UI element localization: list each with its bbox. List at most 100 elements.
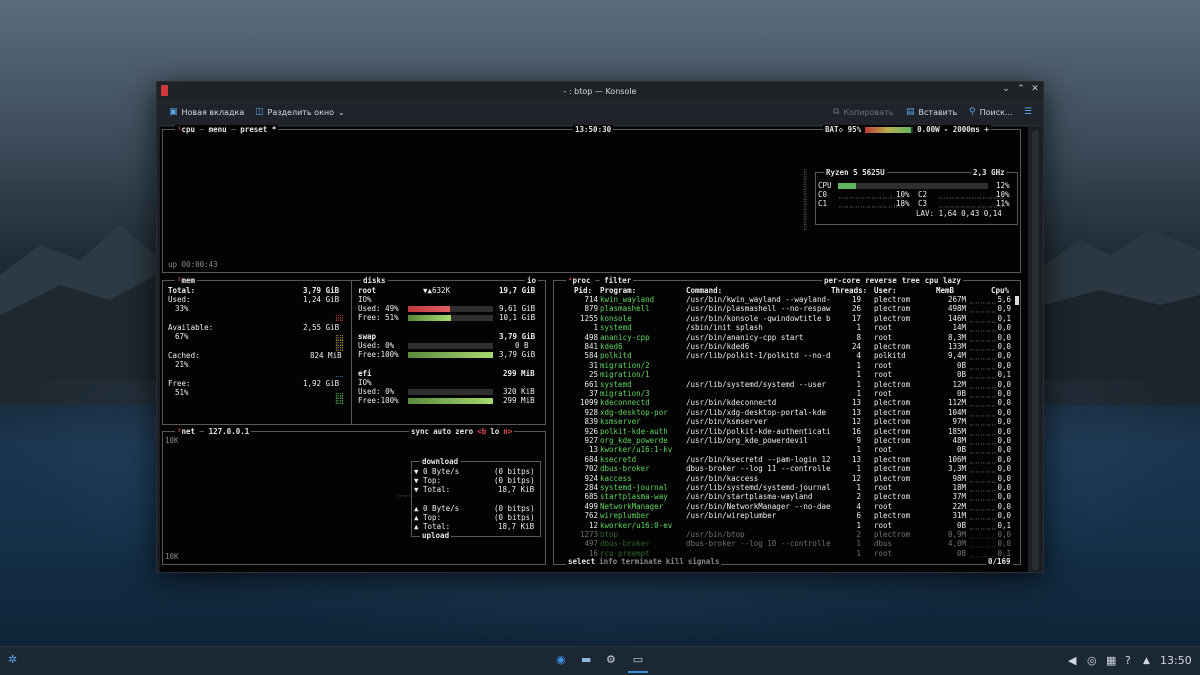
cpu-menu-cpu[interactable]: cpu <box>182 125 196 134</box>
proc-row[interactable]: 37 migration/3 1 root 0B 0,0 ⣀⣀⣀⣀⣀ <box>554 389 1017 398</box>
proc-row[interactable]: 762 wireplumber/usr/bin/wireplumber 6 plect… <box>554 511 1017 520</box>
proc-footer-info[interactable]: info <box>599 557 617 566</box>
proc-cell-program: migration/3 <box>600 389 650 398</box>
proc-opt-reverse[interactable]: reverse <box>865 276 897 285</box>
proc-panel: ⁴proc ─ filter per-core reverse tree cpu… <box>553 276 1021 566</box>
clipboard-icon[interactable]: ▦ <box>1106 654 1116 667</box>
new-tab-button[interactable]: ▣ Новая вкладка <box>169 107 244 117</box>
taskbar-clock[interactable]: 13:50 <box>1160 654 1192 667</box>
proc-cell-pid: 1 <box>593 323 598 333</box>
disks-io-toggle[interactable]: io <box>525 276 539 285</box>
proc-cell-pid: 841 <box>584 342 598 351</box>
proc-row[interactable]: 498 ananicy-cpp/usr/bin/ananicy-cpp start… <box>554 333 1017 342</box>
proc-cell-program: migration/2 <box>600 360 650 370</box>
help-icon[interactable]: ? <box>1125 654 1131 667</box>
mem-title: ²mem <box>175 276 198 285</box>
disk-efi-used-bar <box>408 389 493 395</box>
hamburger-menu-button[interactable]: ☰ <box>1024 107 1032 117</box>
col-user[interactable]: User: <box>874 286 897 295</box>
mem-total: 3,79 GiB <box>303 286 340 295</box>
close-icon[interactable]: ✕ <box>1029 84 1041 94</box>
proc-row[interactable]: 714 kwin_wayland/usr/bin/kwin_wayland --w… <box>554 295 1017 304</box>
proc-row[interactable]: 13 kworker/u16:1-kv 1 root 0B 0,0 ⣀⣀⣀⣀⣀ <box>554 445 1017 454</box>
proc-opt-per-core[interactable]: per-core <box>824 276 860 285</box>
proc-cell-user: plectrom <box>874 304 911 314</box>
proc-row[interactable]: 879 plasmashell/usr/bin/plasmashell --no-… <box>554 304 1017 313</box>
maximize-icon[interactable]: ⌃ <box>1015 84 1027 94</box>
minimize-icon[interactable]: ⌄ <box>1000 84 1012 94</box>
disk-root-io-label: IO% <box>358 295 372 304</box>
col-program[interactable]: Program: <box>600 286 636 295</box>
terminal-icon[interactable]: ▭ <box>628 653 648 673</box>
proc-title-text[interactable]: proc <box>573 276 591 285</box>
proc-row[interactable]: 661 systemd/usr/lib/systemd/systemd --use… <box>554 380 1017 389</box>
expand-tray-icon[interactable]: ▲ <box>1143 656 1150 666</box>
col-cpu[interactable]: Cpu% <box>991 286 1009 295</box>
network-icon[interactable]: ◎ <box>1087 654 1097 667</box>
proc-filter[interactable]: filter <box>604 276 631 285</box>
proc-row[interactable]: 685 startplasma-way/usr/bin/startplasma-w… <box>554 492 1017 501</box>
terminal-scrollbar[interactable] <box>1032 130 1039 570</box>
proc-opt-tree[interactable]: tree <box>902 276 920 285</box>
proc-row[interactable]: 1273 btop/usr/bin/btop 2 plectrom 8,9M 0,0 ⣀⣀⣀… <box>554 530 1017 539</box>
proc-cell-pid: 497 <box>584 539 598 549</box>
net-opt-auto[interactable]: auto <box>433 427 451 436</box>
paste-button[interactable]: ▤ Вставить <box>906 107 957 117</box>
proc-row[interactable]: 499 NetworkManager/usr/bin/NetworkManager… <box>554 502 1017 511</box>
proc-cell-program: kdeconnectd <box>600 398 650 408</box>
update-interval[interactable]: - 2000ms + <box>944 125 989 134</box>
proc-row[interactable]: 928 xdg-desktop-por/usr/lib/xdg-desktop-p… <box>554 408 1017 417</box>
col-mem[interactable]: MemB <box>936 286 954 295</box>
proc-row[interactable]: 684 ksecretd/usr/bin/ksecretd --pam-login… <box>554 455 1017 464</box>
files-icon[interactable]: ▬ <box>581 653 591 666</box>
col-threads[interactable]: Threads: <box>831 286 867 295</box>
cpu-menu-preset[interactable]: preset <box>240 125 267 134</box>
net-opt-sync[interactable]: sync <box>411 427 429 436</box>
proc-row[interactable]: 284 systemd-journal/usr/lib/systemd/syste… <box>554 483 1017 492</box>
firefox-icon[interactable]: ◉ <box>556 653 566 666</box>
proc-row[interactable]: 1099 kdeconnectd/usr/bin/kdeconnectd 13 ple… <box>554 398 1017 407</box>
proc-row[interactable]: 926 polkit-kde-auth/usr/lib/polkit-kde-au… <box>554 427 1017 436</box>
kde-launcher-icon[interactable]: ✲ <box>8 653 17 666</box>
window-titlebar[interactable]: - : btop — Konsole ⌄ ⌃ ✕ <box>157 82 1043 100</box>
proc-cell-user: plectrom <box>874 313 911 323</box>
terminal-area[interactable]: ¹cpu ─ menu ─ preset * 13:50:30 BAT◇ 95%… <box>160 125 1028 572</box>
cpu-menu-menu[interactable]: menu <box>209 125 227 134</box>
proc-footer-select[interactable]: select <box>568 557 595 566</box>
proc-opt-sort[interactable]: cpu lazy <box>925 276 961 285</box>
proc-cpu-graph: ⣀⣀⣀⣀⣀ <box>969 417 997 427</box>
proc-cell-command: /usr/bin/wireplumber <box>686 511 777 521</box>
volume-icon[interactable]: ◀ <box>1068 654 1076 667</box>
proc-row[interactable]: 839 ksmserver/usr/bin/ksmserver 12 plectrom… <box>554 417 1017 426</box>
settings-icon[interactable]: ⚙ <box>606 653 616 666</box>
proc-row[interactable]: 584 polkitd/usr/lib/polkit-1/polkitd --no… <box>554 351 1017 360</box>
disks-title[interactable]: disks <box>361 276 388 285</box>
net-title-text[interactable]: net <box>182 427 196 436</box>
net-opt-prev[interactable]: <b <box>477 427 486 436</box>
col-command[interactable]: Command: <box>686 286 722 295</box>
proc-row[interactable]: 702 dbus-broker dbus-broker --log 11 --con… <box>554 464 1017 473</box>
proc-footer-signals[interactable]: signals <box>688 557 720 566</box>
proc-footer-terminate[interactable]: terminate <box>621 557 662 566</box>
mem-title-text[interactable]: mem <box>182 276 196 285</box>
proc-row[interactable]: 1255 konsole/usr/bin/konsole -qwindowtitl… <box>554 314 1017 323</box>
proc-row[interactable]: 25 migration/1 1 root 0B 0,1 ⣀⣀⣀⣀⣀ <box>554 370 1017 379</box>
col-pid[interactable]: Pid: <box>574 286 592 295</box>
copy-button[interactable]: ⧉ Копировать <box>833 107 893 117</box>
net-opt-zero[interactable]: zero <box>455 427 473 436</box>
search-button[interactable]: ⚲ Поиск... <box>969 107 1013 117</box>
proc-row[interactable]: 924 kaccess/usr/bin/kaccess 12 plectrom 98M 0… <box>554 474 1017 483</box>
proc-row[interactable]: 12 kworker/u16:0-ev 1 root 0B 0,1 ⣀⣀⣀⣀⣀ <box>554 521 1017 530</box>
proc-row[interactable]: 31 migration/2 1 root 0B 0,0 ⣀⣀⣀⣀⣀ <box>554 361 1017 370</box>
proc-footer-kill[interactable]: kill <box>666 557 684 566</box>
split-view-button[interactable]: ◫ Разделить окно ⌄ <box>255 107 345 117</box>
proc-row[interactable]: 497 dbus-broker dbus-broker --log 10 --con… <box>554 539 1017 548</box>
proc-scroll-thumb[interactable] <box>1015 296 1019 305</box>
proc-row[interactable]: 927 org_kde_powerde/usr/lib/org_kde_power… <box>554 436 1017 445</box>
proc-cell-program: polkit-kde-auth <box>600 426 668 436</box>
net-opt-next[interactable]: n> <box>503 427 512 436</box>
proc-cpu-graph: ⣀⣀⣀⣀⣀ <box>969 464 997 474</box>
net-opt-lo[interactable]: lo <box>490 427 499 436</box>
proc-row[interactable]: 1 systemd/sbin/init splash 1 root 14M 0,0 ⣀⣀⣀⣀… <box>554 323 1017 332</box>
proc-row[interactable]: 841 kded6/usr/bin/kded6 24 plectrom 133M 0,0 ⣀… <box>554 342 1017 351</box>
